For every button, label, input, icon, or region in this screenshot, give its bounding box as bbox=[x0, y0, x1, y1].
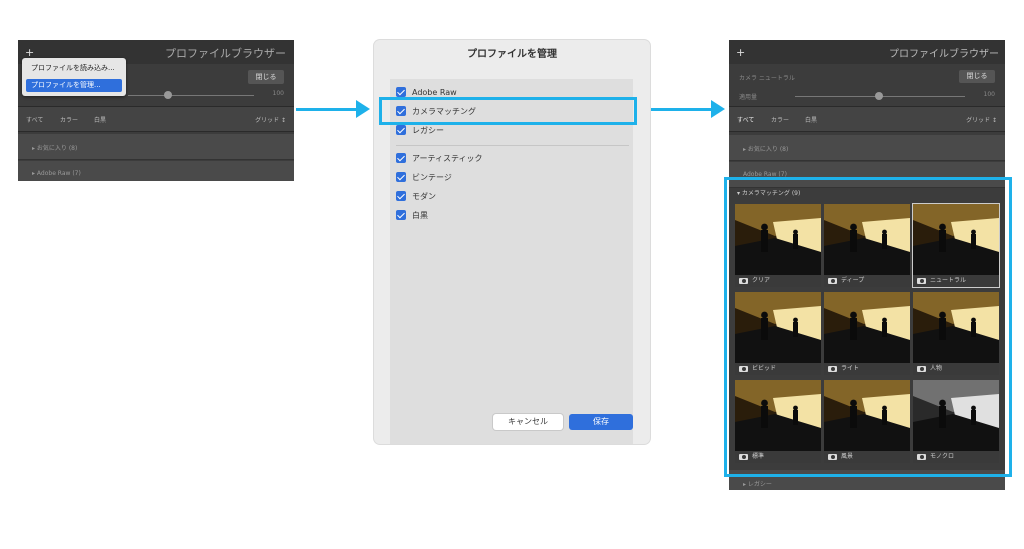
checkbox-label: モダン bbox=[412, 192, 436, 201]
checkbox-checked-icon bbox=[396, 172, 406, 182]
view-grid-select[interactable]: グリッド ↕ bbox=[255, 115, 286, 124]
menu-item-manage-profiles[interactable]: プロファイルを管理... bbox=[26, 79, 122, 92]
filter-bw[interactable]: 白黒 bbox=[94, 115, 106, 124]
add-icon[interactable]: + bbox=[736, 46, 745, 59]
checkbox-label: レガシー bbox=[412, 126, 444, 135]
view-grid-select[interactable]: グリッド ↕ bbox=[966, 115, 997, 124]
left-profile-browser-panel: + プロファイルブラウザー 閉じる 100 すべて カラー 白黒 グリッド ↕ … bbox=[18, 40, 294, 181]
group-adobe-raw[interactable]: ▸ Adobe Raw (7) bbox=[18, 161, 294, 181]
checkbox-checked-icon bbox=[396, 191, 406, 201]
divider bbox=[396, 145, 629, 146]
checkbox-checked-icon bbox=[396, 87, 406, 97]
arrow-line bbox=[296, 108, 358, 111]
arrow-line bbox=[651, 108, 713, 111]
checkbox-label: アーティスティック bbox=[412, 154, 483, 163]
arrow-right-icon bbox=[711, 100, 725, 118]
dialog-title: プロファイルを管理 bbox=[467, 49, 557, 60]
filter-bar: すべて カラー 白黒 グリッド ↕ bbox=[18, 106, 294, 132]
panel-title: プロファイルブラウザー bbox=[165, 47, 286, 60]
current-profile-name: カメラ ニュートラル bbox=[739, 75, 795, 82]
group-favorites[interactable]: ▸ お気に入り (8) bbox=[729, 135, 1005, 161]
highlight-camera-matching bbox=[379, 97, 637, 125]
group-label: ▸ レガシー bbox=[743, 481, 772, 488]
close-button[interactable]: 閉じる bbox=[248, 70, 284, 84]
group-favorites[interactable]: ▸ お気に入り (8) bbox=[18, 134, 294, 160]
close-button[interactable]: 閉じる bbox=[959, 70, 995, 83]
amount-slider-track[interactable] bbox=[128, 95, 254, 96]
checkbox-checked-icon bbox=[396, 210, 406, 220]
group-label: ▸ お気に入り (8) bbox=[32, 145, 78, 152]
menu-item-import-profiles[interactable]: プロファイルを読み込み... bbox=[26, 62, 122, 75]
checkbox-checked-icon bbox=[396, 125, 406, 135]
filter-all[interactable]: すべて bbox=[26, 115, 43, 124]
checkbox-checked-icon bbox=[396, 153, 406, 163]
filter-color[interactable]: カラー bbox=[771, 115, 789, 124]
group-label: ▸ お気に入り (8) bbox=[743, 146, 789, 153]
filter-bar: すべて カラー 白黒 グリッド ↕ bbox=[729, 106, 1005, 132]
amount-value: 100 bbox=[983, 91, 995, 98]
amount-label: 適用量 bbox=[739, 94, 758, 101]
amount-slider-knob[interactable] bbox=[164, 91, 172, 99]
amount-value: 100 bbox=[272, 90, 284, 97]
amount-slider-knob[interactable] bbox=[875, 92, 883, 100]
profile-group-list: Adobe Raw カメラマッチング レガシー アーティスティック ビンテージ … bbox=[390, 79, 633, 444]
highlight-camera-matching-grid bbox=[724, 177, 1012, 477]
filter-bw[interactable]: 白黒 bbox=[805, 115, 817, 124]
checkbox-label: 白黒 bbox=[412, 211, 428, 220]
profile-menu-dropdown: プロファイルを読み込み... プロファイルを管理... bbox=[22, 58, 126, 96]
panel-header: + プロファイルブラウザー bbox=[729, 40, 1005, 64]
save-button[interactable]: 保存 bbox=[569, 414, 633, 430]
panel-title: プロファイルブラウザー bbox=[889, 49, 999, 60]
filter-color[interactable]: カラー bbox=[60, 115, 78, 124]
cancel-button[interactable]: キャンセル bbox=[493, 414, 563, 430]
filter-all[interactable]: すべて bbox=[737, 115, 754, 124]
group-label: ▸ Adobe Raw (7) bbox=[32, 170, 81, 177]
checkbox-label: ビンテージ bbox=[412, 173, 452, 182]
arrow-right-icon bbox=[356, 100, 370, 118]
